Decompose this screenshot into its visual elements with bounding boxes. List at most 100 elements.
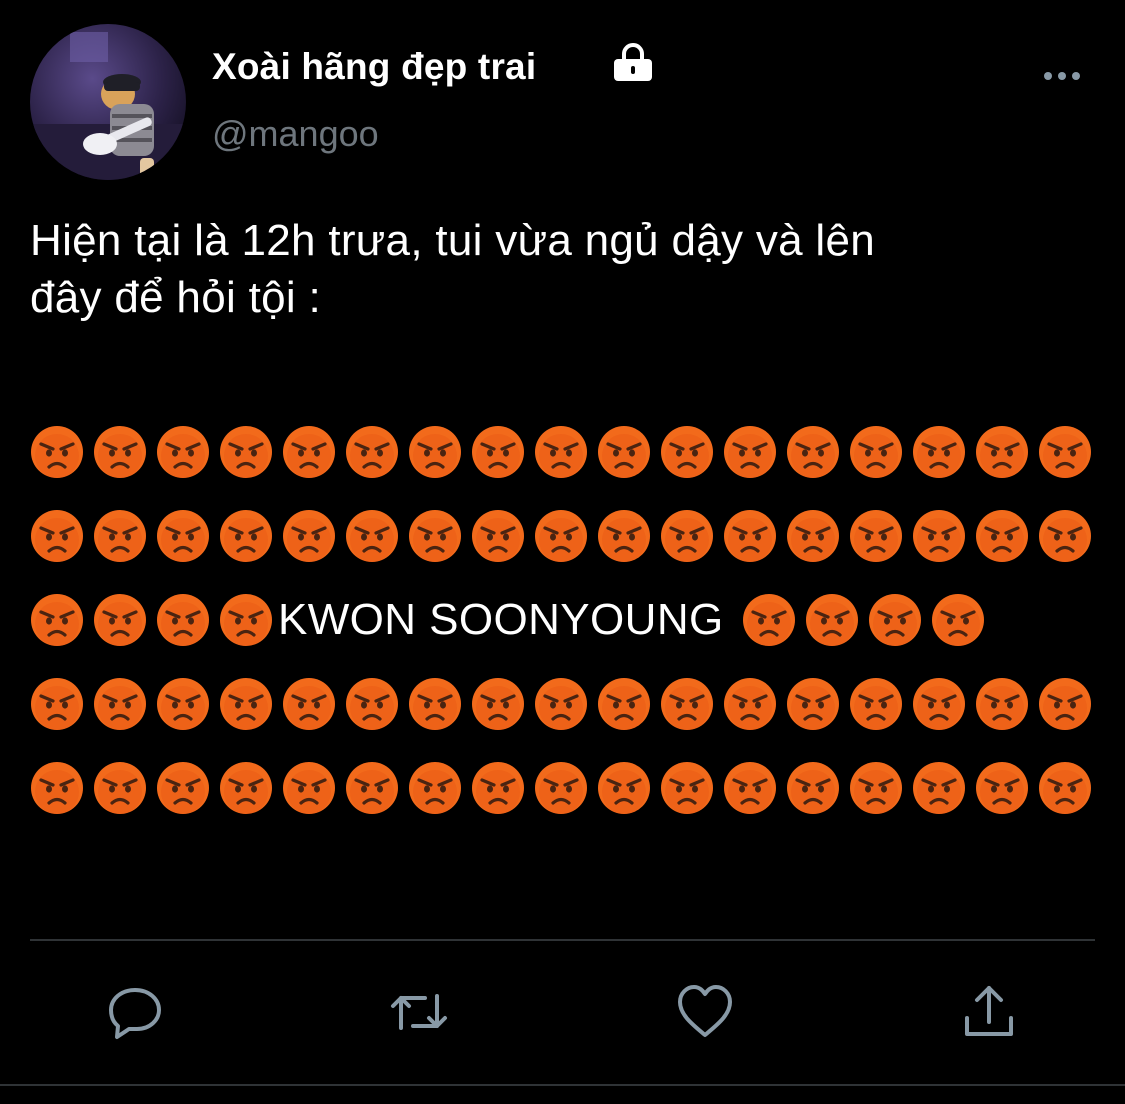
angry-face-icon (742, 594, 795, 646)
angry-face-icon (535, 762, 587, 814)
more-icon (1044, 72, 1080, 80)
angry-face-icon (409, 678, 461, 730)
angry-face-icon (1039, 762, 1091, 814)
angry-face-icon (976, 762, 1028, 814)
angry-face-icon (157, 426, 209, 478)
angry-face-icon (409, 426, 461, 478)
angry-face-icon (787, 762, 839, 814)
angry-face-icon (157, 594, 209, 646)
more-options-button[interactable] (1038, 56, 1088, 96)
emoji-row (30, 494, 1110, 578)
emoji-row (30, 410, 1110, 494)
angry-face-icon (535, 426, 587, 478)
angry-face-icon (472, 426, 524, 478)
display-name[interactable]: Xoài hãng đẹp trai (212, 42, 536, 92)
angry-face-icon (283, 426, 335, 478)
angry-face-icon (535, 510, 587, 562)
angry-face-icon (913, 510, 965, 562)
angry-face-icon (724, 678, 776, 730)
angry-face-icon (1039, 510, 1091, 562)
angry-face-icon (913, 426, 965, 478)
angry-face-icon (157, 678, 209, 730)
emoji-block: KWON SOONYOUNG (30, 410, 1110, 830)
angry-face-icon (598, 510, 650, 562)
angry-face-icon (220, 510, 272, 562)
angry-face-icon (868, 594, 921, 646)
lock-icon (614, 43, 652, 81)
emoji-row: KWON SOONYOUNG (30, 578, 1110, 662)
angry-face-icon (598, 426, 650, 478)
reply-icon (109, 988, 161, 1039)
like-icon (678, 985, 732, 1037)
angry-face-icon (931, 594, 984, 646)
angry-face-icon (409, 510, 461, 562)
angry-face-icon (913, 762, 965, 814)
avatar[interactable] (30, 24, 186, 180)
angry-face-icon (724, 426, 776, 478)
angry-face-icon (661, 426, 713, 478)
bottom-divider (0, 1084, 1125, 1086)
angry-face-icon (94, 594, 146, 646)
angry-face-icon (850, 678, 902, 730)
angry-face-icon (850, 762, 902, 814)
angry-face-icon (283, 762, 335, 814)
angry-face-icon (1039, 678, 1091, 730)
share-button[interactable] (957, 980, 1021, 1044)
divider (30, 939, 1095, 941)
angry-face-icon (220, 762, 272, 814)
angry-face-icon (472, 678, 524, 730)
angry-face-icon (346, 426, 398, 478)
angry-face-icon (409, 762, 461, 814)
angry-face-icon (850, 510, 902, 562)
retweet-icon (391, 994, 447, 1030)
angry-face-icon (472, 510, 524, 562)
angry-face-icon (661, 762, 713, 814)
angry-face-icon (283, 510, 335, 562)
like-button[interactable] (673, 980, 737, 1044)
emoji-row (30, 746, 1110, 830)
angry-face-icon (661, 510, 713, 562)
angry-face-icon (346, 762, 398, 814)
reply-button[interactable] (103, 980, 167, 1044)
angry-face-icon (346, 678, 398, 730)
angry-face-icon (850, 426, 902, 478)
angry-face-icon (724, 510, 776, 562)
retweet-button[interactable] (387, 980, 451, 1044)
angry-face-icon (598, 678, 650, 730)
angry-face-icon (913, 678, 965, 730)
angry-face-icon (1039, 426, 1091, 478)
angry-face-icon (976, 510, 1028, 562)
angry-face-icon (346, 510, 398, 562)
angry-face-icon (31, 510, 83, 562)
emoji-row (30, 662, 1110, 746)
angry-face-icon (220, 678, 272, 730)
angry-face-icon (31, 594, 83, 646)
angry-face-icon (805, 594, 858, 646)
angry-face-icon (31, 678, 83, 730)
angry-face-icon (724, 762, 776, 814)
angry-face-icon (787, 678, 839, 730)
angry-face-icon (787, 426, 839, 478)
angry-face-icon (976, 426, 1028, 478)
angry-face-icon (220, 594, 272, 646)
inline-name-text: KWON SOONYOUNG (278, 595, 724, 644)
angry-face-icon (220, 426, 272, 478)
angry-face-icon (283, 678, 335, 730)
angry-face-icon (31, 426, 83, 478)
angry-face-icon (598, 762, 650, 814)
angry-face-icon (94, 426, 146, 478)
angry-face-icon (157, 510, 209, 562)
angry-face-icon (94, 762, 146, 814)
tweet-text: Hiện tại là 12h trưa, tui vừa ngủ dậy và… (30, 216, 876, 322)
angry-face-icon (94, 678, 146, 730)
user-handle[interactable]: @mangoo (212, 109, 379, 159)
share-icon (965, 986, 1013, 1036)
angry-face-icon (661, 678, 713, 730)
angry-face-icon (787, 510, 839, 562)
angry-face-icon (157, 762, 209, 814)
angry-face-icon (535, 678, 587, 730)
angry-face-icon (976, 678, 1028, 730)
angry-face-icon (472, 762, 524, 814)
angry-face-icon (31, 762, 83, 814)
angry-face-icon (94, 510, 146, 562)
